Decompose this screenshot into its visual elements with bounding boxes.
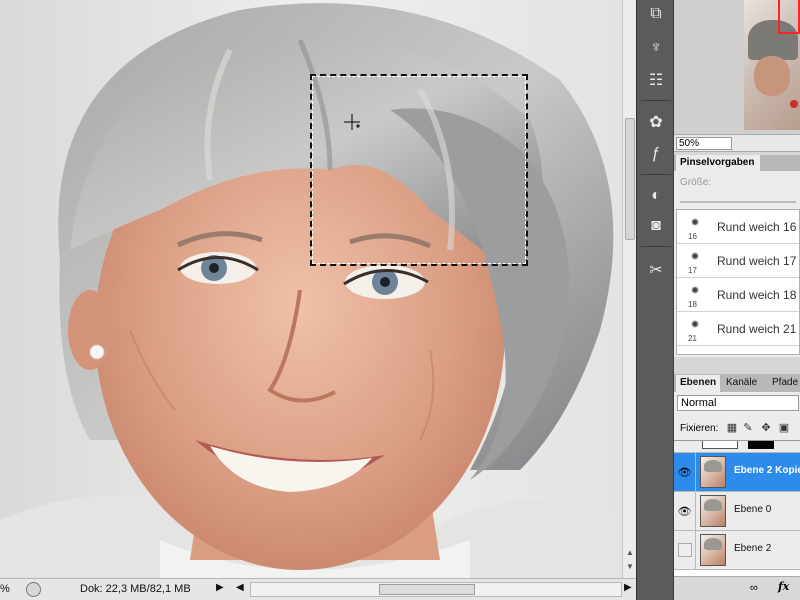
list-item[interactable]: 21 Rund weich 21 xyxy=(677,312,799,346)
brush-size-number: 21 xyxy=(688,334,697,343)
lock-label: Fixieren: xyxy=(680,423,719,434)
brush-size-number: 16 xyxy=(688,232,697,241)
link-layers-icon[interactable]: ∞ xyxy=(750,582,758,594)
navigator-zoom-bar: 50% xyxy=(674,134,800,152)
navigator-zoom-field[interactable]: 50% xyxy=(676,137,732,150)
rectangular-selection[interactable] xyxy=(310,74,528,266)
layer-thumbnail xyxy=(700,495,726,527)
vertical-scrollbar[interactable]: ▲ ▼ xyxy=(622,0,636,578)
brush-presets-panel: Größe: 16 Rund weich 16 17 Rund weich 17… xyxy=(674,171,800,357)
layers-tabs: Ebenen Kanäle Pfade xyxy=(674,374,800,392)
tool-presets-icon[interactable]: ☷ xyxy=(641,66,671,94)
clone-source-icon[interactable]: ♆ xyxy=(641,34,671,62)
layer-name: Ebene 2 xyxy=(734,543,772,554)
status-menu-arrow-icon[interactable]: ▶ xyxy=(216,582,224,593)
scroll-right-arrow-icon[interactable]: ▶ xyxy=(624,582,632,593)
crosshair-cursor-icon xyxy=(344,114,360,130)
tab-layers[interactable]: Ebenen xyxy=(676,375,721,392)
lock-pixels-icon[interactable]: ✎ xyxy=(742,422,754,434)
navigator-view-frame[interactable] xyxy=(778,0,800,34)
document-canvas[interactable] xyxy=(0,0,622,578)
status-info-icon[interactable] xyxy=(26,582,41,597)
brush-name: Rund weich 17 xyxy=(717,254,797,268)
layer-thumbnail xyxy=(700,456,726,488)
tools-icon[interactable]: ✂ xyxy=(641,256,671,284)
visibility-box-icon[interactable] xyxy=(674,531,696,569)
brush-name: Rund weich 21 xyxy=(717,322,797,336)
brush-size-slider[interactable] xyxy=(680,201,796,203)
layer-name: Ebene 2 Kopie xyxy=(734,465,800,476)
brush-size-number: 17 xyxy=(688,266,697,275)
brush-name: Rund weich 18 xyxy=(717,288,797,302)
tab-paths[interactable]: Pfade xyxy=(768,375,800,392)
layer-style-fx-icon[interactable]: fx xyxy=(778,580,789,593)
masks-icon[interactable]: ◙ xyxy=(641,212,671,240)
brush-tip-icon xyxy=(691,320,699,328)
photoshop-window: ▲ ▼ % Dok: 22,3 MB/82,1 MB ▶ ◀ ▶ ⧉ ♆ ☷ ✿… xyxy=(0,0,800,600)
brush-size-label: Größe: xyxy=(680,177,712,188)
layer-row[interactable]: 👁 Ebene 2 Kopie xyxy=(674,453,800,492)
scroll-down-arrow-icon[interactable]: ▼ xyxy=(625,562,635,572)
color-icon[interactable]: ✿ xyxy=(641,108,671,136)
brush-name: Rund weich 16 xyxy=(717,220,797,234)
navigator-panel xyxy=(674,0,800,134)
brush-list: 16 Rund weich 16 17 Rund weich 17 18 Run… xyxy=(676,209,800,355)
horizontal-scroll-thumb[interactable] xyxy=(379,584,475,595)
layer-thumbnail xyxy=(700,534,726,566)
zoom-status[interactable]: % xyxy=(0,583,10,595)
list-item[interactable]: 16 Rund weich 16 xyxy=(677,210,799,244)
adjustment-layer-row[interactable] xyxy=(674,441,800,453)
adjustments-icon[interactable]: ◐ xyxy=(641,182,671,210)
layer-list: 👁 Ebene 2 Kopie 👁 Ebene 0 Ebene 2 xyxy=(674,440,800,576)
brush-size-number: 18 xyxy=(688,300,697,309)
lock-all-icon[interactable]: ▣ xyxy=(778,422,790,434)
panel-dock: ⧉ ♆ ☷ ✿ ƒ ◐ ◙ ✂ xyxy=(636,0,674,600)
history-icon[interactable]: ⧉ xyxy=(641,0,671,28)
vertical-scroll-thumb[interactable] xyxy=(625,118,635,240)
eye-icon[interactable]: 👁 xyxy=(674,453,696,491)
styles-icon[interactable]: ƒ xyxy=(641,140,671,168)
layers-footer: ∞ fx xyxy=(674,576,800,600)
brush-tip-icon xyxy=(691,252,699,260)
lock-row: Fixieren: ▦ ✎ ✥ ▣ xyxy=(674,420,800,438)
lock-position-icon[interactable]: ✥ xyxy=(760,422,772,434)
brush-tip-icon xyxy=(691,218,699,226)
list-item[interactable]: 18 Rund weich 18 xyxy=(677,278,799,312)
brush-tip-icon xyxy=(691,286,699,294)
right-panels: 50% Pinselvorgaben Größe: 16 Rund weich … xyxy=(674,0,800,600)
list-item[interactable]: 17 Rund weich 17 xyxy=(677,244,799,278)
tab-brush-presets[interactable]: Pinselvorgaben xyxy=(676,155,760,171)
eye-icon[interactable]: 👁 xyxy=(674,492,696,530)
layer-row[interactable]: 👁 Ebene 0 xyxy=(674,492,800,531)
layers-panel: Normal Fixieren: ▦ ✎ ✥ ▣ 👁 Ebene 2 Kopie xyxy=(674,392,800,600)
tab-channels[interactable]: Kanäle xyxy=(722,375,761,392)
horizontal-scrollbar[interactable] xyxy=(250,582,622,597)
lock-transparency-icon[interactable]: ▦ xyxy=(726,422,738,434)
scroll-left-arrow-icon[interactable]: ◀ xyxy=(236,582,244,593)
blend-mode-select[interactable]: Normal xyxy=(677,395,799,411)
brush-presets-tabs: Pinselvorgaben xyxy=(674,155,800,171)
layer-name: Ebene 0 xyxy=(734,504,772,515)
scroll-up-arrow-icon[interactable]: ▲ xyxy=(625,548,635,558)
document-size-info: Dok: 22,3 MB/82,1 MB xyxy=(80,583,191,595)
layer-row[interactable]: Ebene 2 xyxy=(674,531,800,570)
status-bar: % Dok: 22,3 MB/82,1 MB ▶ ◀ ▶ xyxy=(0,578,636,600)
